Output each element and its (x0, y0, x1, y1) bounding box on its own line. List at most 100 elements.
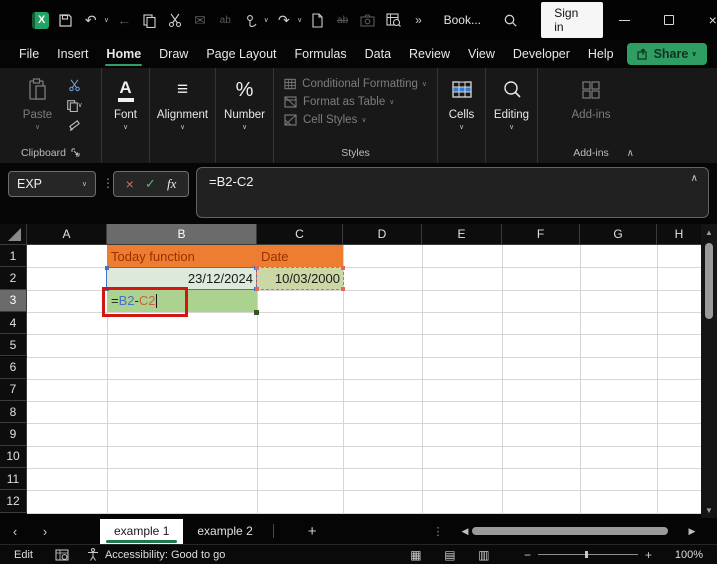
accessibility-status[interactable]: Accessibility: Good to go (87, 548, 225, 561)
minimize-button[interactable] (603, 0, 647, 40)
close-button[interactable]: × (691, 0, 717, 40)
add-sheet-button[interactable]: + (308, 523, 317, 540)
horizontal-scrollbar[interactable]: ◀ ▶ (458, 526, 700, 537)
tab-file[interactable]: File (10, 42, 48, 66)
row-header-8[interactable]: 8 (0, 401, 27, 424)
new-document-icon[interactable] (307, 9, 327, 31)
search-icon[interactable] (500, 9, 520, 31)
scroll-down-icon[interactable]: ▼ (705, 502, 713, 518)
undo-icon[interactable]: ↶ (81, 9, 101, 31)
name-box-chevron-icon[interactable]: ∨ (82, 180, 87, 188)
toolbar-overflow-icon[interactable]: » (408, 9, 428, 31)
col-header-d[interactable]: D (343, 224, 422, 245)
number-group[interactable]: % Number ∨ (216, 68, 274, 163)
col-header-g[interactable]: G (580, 224, 657, 245)
col-header-h[interactable]: H (657, 224, 701, 245)
page-break-view-icon[interactable]: ▥ (467, 548, 501, 562)
touch-mode-icon[interactable] (240, 9, 260, 31)
scroll-up-icon[interactable]: ▲ (705, 224, 713, 240)
select-all-button[interactable] (0, 224, 27, 245)
tab-page-layout[interactable]: Page Layout (197, 42, 285, 66)
row-header-1[interactable]: 1 (0, 245, 27, 268)
tab-view[interactable]: View (459, 42, 504, 66)
row-header-7[interactable]: 7 (0, 378, 27, 402)
cell-b1[interactable]: Today function (107, 245, 257, 268)
redo-dropdown-chevron-icon[interactable]: ∨ (297, 16, 302, 24)
vertical-scrollbar[interactable]: ▲ ▼ (701, 224, 717, 518)
cell-c2[interactable]: 10/03/2000 (257, 267, 343, 290)
tab-help[interactable]: Help (579, 42, 623, 66)
save-icon[interactable] (55, 9, 75, 31)
normal-view-icon[interactable]: ▦ (399, 548, 433, 562)
row-header-11[interactable]: 11 (0, 468, 27, 491)
cut-icon[interactable] (165, 9, 185, 31)
cells-group[interactable]: Cells ∨ (438, 68, 486, 163)
touch-mode-chevron-icon[interactable]: ∨ (264, 16, 269, 24)
row-header-4[interactable]: 4 (0, 311, 27, 335)
scroll-left-icon[interactable]: ◀ (458, 526, 473, 537)
cell-b3-formula[interactable]: = B2- C2 (107, 289, 257, 312)
col-header-b[interactable]: B (107, 224, 257, 245)
cell-b2[interactable]: 23/12/2024 (107, 267, 257, 290)
cell-c1[interactable]: Date (257, 245, 343, 268)
macro-record-icon[interactable] (55, 549, 69, 561)
insert-function-icon[interactable]: fx (167, 176, 176, 192)
fill-handle[interactable] (254, 309, 259, 315)
alignment-group[interactable]: ≡ Alignment ∨ (150, 68, 216, 163)
copy-icon[interactable] (139, 9, 159, 31)
vertical-scroll-thumb[interactable] (705, 243, 713, 319)
row-header-12[interactable]: 12 (0, 490, 27, 513)
zoom-level[interactable]: 100% (669, 549, 703, 561)
next-sheet-icon[interactable]: › (30, 524, 60, 539)
scroll-right-icon[interactable]: ▶ (684, 526, 699, 537)
clipboard-dialog-launcher-icon[interactable] (71, 148, 80, 157)
tab-developer[interactable]: Developer (504, 42, 579, 66)
col-header-e[interactable]: E (422, 224, 502, 245)
maximize-button[interactable] (647, 0, 691, 40)
name-box[interactable]: EXP ∨ (8, 171, 96, 197)
row-header-2[interactable]: 2 (0, 267, 27, 290)
zoom-in-icon[interactable]: + (638, 548, 659, 562)
col-header-a[interactable]: A (27, 224, 107, 245)
sign-in-button[interactable]: Sign in (541, 2, 603, 38)
prev-sheet-icon[interactable]: ‹ (0, 524, 30, 539)
print-preview-icon[interactable] (383, 9, 403, 31)
editing-group[interactable]: Editing ∨ (486, 68, 538, 163)
format-as-table-icon (284, 96, 297, 108)
share-button[interactable]: Share ∨ (626, 43, 707, 65)
tab-draw[interactable]: Draw (150, 42, 197, 66)
collapse-formula-bar-icon[interactable]: ∧ (691, 173, 698, 184)
tab-home[interactable]: Home (97, 42, 150, 66)
sheet-tab-example-2[interactable]: example 2 (183, 519, 266, 544)
confirm-entry-icon[interactable]: ✓ (145, 176, 156, 192)
font-group[interactable]: A Font ∨ (102, 68, 150, 163)
cut-icon[interactable] (66, 78, 84, 92)
undo-dropdown-chevron-icon[interactable]: ∨ (104, 16, 109, 24)
zoom-thumb[interactable] (584, 551, 588, 558)
row-header-5[interactable]: 5 (0, 334, 27, 357)
tab-insert[interactable]: Insert (48, 42, 97, 66)
tab-scroll-splitter[interactable]: ⋮ (433, 525, 444, 538)
row-header-9[interactable]: 9 (0, 423, 27, 446)
formula-input[interactable]: =B2-C2 ∧ (196, 167, 709, 218)
zoom-slider[interactable]: − + (517, 548, 659, 562)
copy-chevron-icon[interactable]: ∨ (77, 101, 82, 109)
format-painter-icon[interactable] (66, 118, 84, 132)
row-header-10[interactable]: 10 (0, 445, 27, 468)
redo-icon[interactable]: ↷ (274, 9, 294, 31)
tab-review[interactable]: Review (400, 42, 459, 66)
sheet-tab-example-1[interactable]: example 1 (100, 518, 184, 544)
row-header-3[interactable]: 3 (0, 289, 27, 312)
col-header-c[interactable]: C (257, 224, 343, 245)
copy-icon[interactable]: ∨ (66, 98, 84, 112)
collapse-ribbon-icon[interactable]: ∧ (627, 148, 634, 159)
cancel-entry-icon[interactable]: × (126, 176, 134, 192)
row-header-6[interactable]: 6 (0, 356, 27, 379)
tab-formulas[interactable]: Formulas (286, 42, 356, 66)
page-layout-view-icon[interactable]: ▤ (433, 548, 467, 562)
tab-data[interactable]: Data (356, 42, 400, 66)
horizontal-scroll-thumb[interactable] (472, 527, 669, 535)
number-label: Number (224, 109, 265, 121)
zoom-out-icon[interactable]: − (517, 548, 538, 562)
col-header-f[interactable]: F (502, 224, 580, 245)
